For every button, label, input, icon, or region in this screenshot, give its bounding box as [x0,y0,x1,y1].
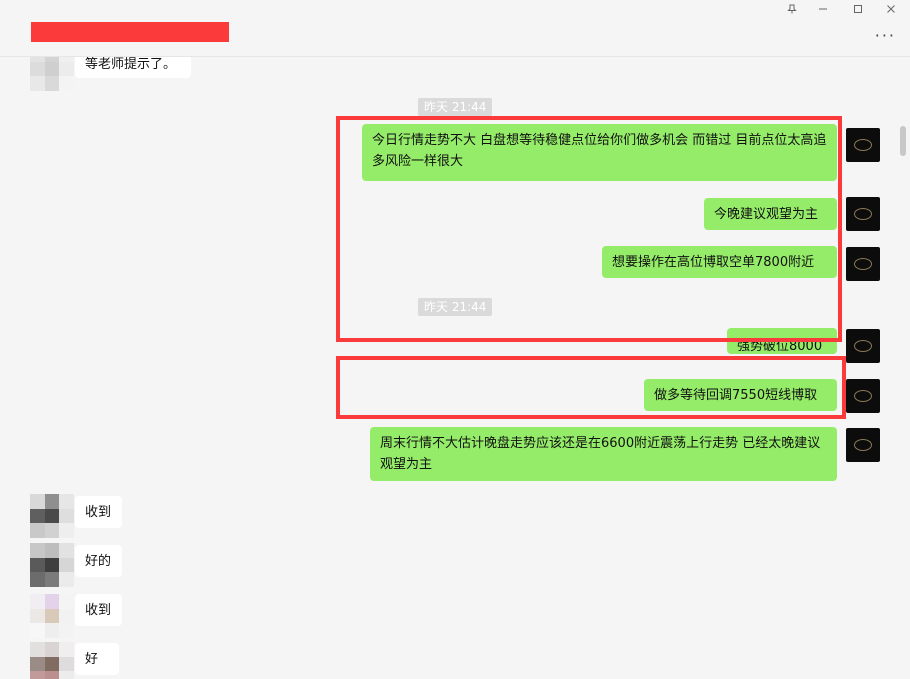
brand-logo-icon [854,390,872,402]
my-avatar[interactable] [846,329,880,363]
my-avatar[interactable] [846,428,880,462]
brand-logo-icon [854,208,872,220]
minimize-icon[interactable] [808,0,838,18]
brand-logo-icon [854,340,872,352]
message-bubble-other[interactable]: 等老师提示了。 [75,57,191,78]
my-avatar[interactable] [846,379,880,413]
title-bar: ··· [0,0,910,57]
highlight-box [336,116,842,342]
more-icon[interactable]: ··· [875,26,896,45]
close-icon[interactable] [876,0,906,18]
my-avatar[interactable] [846,247,880,281]
blurred-avatar[interactable] [30,57,74,91]
message-bubble-other[interactable]: 好的 [75,545,122,577]
maximize-icon[interactable] [843,0,873,18]
message-bubble-other[interactable]: 收到 [75,496,122,528]
highlight-box [336,356,846,419]
brand-logo-icon [854,439,872,451]
blurred-avatar[interactable] [30,594,74,638]
timestamp: 昨天 21:44 [418,98,493,116]
chat-area[interactable]: 等老师提示了。 昨天 21:44 今日行情走势不大 白盘想等待稳健点位给你们做多… [0,57,897,679]
blurred-avatar[interactable] [30,642,74,679]
scrollbar-thumb[interactable] [900,126,906,156]
redacted-chat-title [31,22,229,42]
brand-logo-icon [854,258,872,270]
my-avatar[interactable] [846,197,880,231]
blurred-avatar[interactable] [30,543,74,587]
brand-logo-icon [854,139,872,151]
pin-icon[interactable] [777,0,807,18]
my-avatar[interactable] [846,128,880,162]
message-bubble-other[interactable]: 收到 [75,594,122,626]
blurred-avatar[interactable] [30,494,74,538]
message-bubble-other[interactable]: 好 [75,643,119,675]
message-bubble-me[interactable]: 周末行情不大估计晚盘走势应该还是在6600附近震荡上行走势 已经太晚建议观望为主 [370,427,837,481]
